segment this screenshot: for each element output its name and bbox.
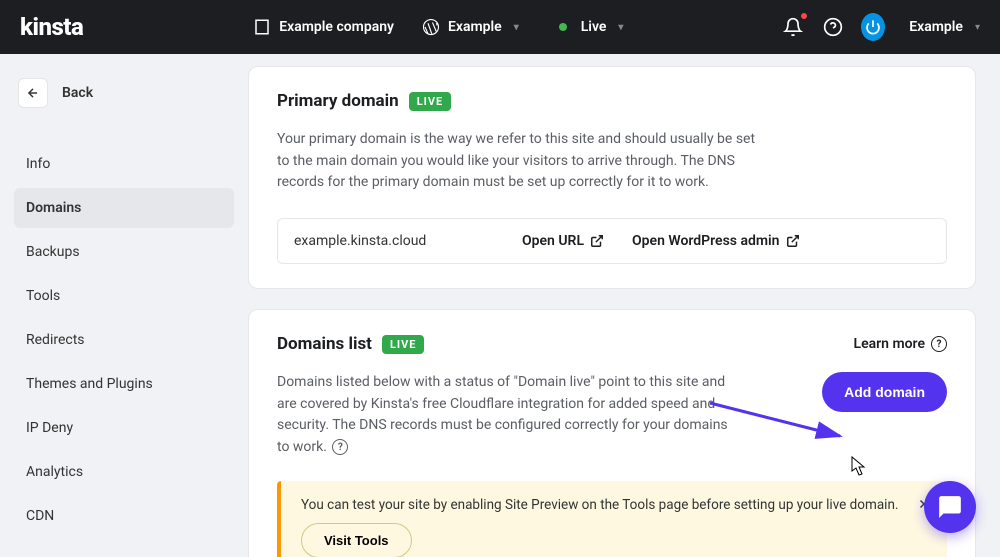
notification-badge xyxy=(801,13,807,19)
nav-domains[interactable]: Domains xyxy=(14,188,234,228)
visit-tools-button[interactable]: Visit Tools xyxy=(301,523,412,557)
back-button[interactable] xyxy=(18,78,48,108)
domains-list-desc: Domains listed below with a status of "D… xyxy=(277,372,737,459)
live-badge: LIVE xyxy=(382,335,425,354)
primary-domain-card: Primary domain LIVE Your primary domain … xyxy=(248,66,976,289)
site-preview-alert: You can test your site by enabling Site … xyxy=(277,481,947,557)
primary-domain-row: example.kinsta.cloud Open URL Open WordP… xyxy=(277,218,947,264)
add-domain-button[interactable]: Add domain xyxy=(822,372,947,412)
back-row: Back xyxy=(14,78,234,108)
nav-themes-plugins[interactable]: Themes and Plugins xyxy=(14,364,234,404)
nav-cdn[interactable]: CDN xyxy=(14,496,234,536)
power-button[interactable] xyxy=(861,15,885,39)
help-circle-icon[interactable]: ? xyxy=(332,439,348,455)
nav-ip-deny[interactable]: IP Deny xyxy=(14,408,234,448)
open-url-button[interactable]: Open URL xyxy=(522,233,604,249)
nav-info[interactable]: Info xyxy=(14,144,234,184)
env-label: Live xyxy=(581,19,607,35)
back-label: Back xyxy=(62,85,93,101)
external-link-icon xyxy=(590,234,604,248)
primary-domain-title: Primary domain xyxy=(277,91,399,111)
bell-icon xyxy=(783,17,803,37)
nav-tools[interactable]: Tools xyxy=(14,276,234,316)
notifications-button[interactable] xyxy=(781,15,805,39)
power-icon xyxy=(861,13,885,41)
building-icon xyxy=(253,18,271,36)
main-content: Primary domain LIVE Your primary domain … xyxy=(248,54,1000,557)
chevron-down-icon: ▾ xyxy=(514,22,519,33)
chat-widget-button[interactable] xyxy=(924,481,976,533)
wordpress-icon xyxy=(422,18,440,36)
site-name: Example xyxy=(448,19,502,35)
env-selector[interactable]: Live ▾ xyxy=(559,19,624,35)
nav-backups[interactable]: Backups xyxy=(14,232,234,272)
external-link-icon xyxy=(786,234,800,248)
chevron-down-icon: ▾ xyxy=(618,22,623,33)
primary-domain-value: example.kinsta.cloud xyxy=(294,233,494,249)
nav-analytics[interactable]: Analytics xyxy=(14,452,234,492)
user-name: Example xyxy=(909,19,963,35)
company-selector[interactable]: Example company xyxy=(253,18,394,36)
help-button[interactable] xyxy=(821,15,845,39)
site-selector[interactable]: Example ▾ xyxy=(422,18,519,36)
alert-text: You can test your site by enabling Site … xyxy=(301,497,898,513)
topbar: kinsta Example company Example ▾ Live ▾ … xyxy=(0,0,1000,54)
chevron-down-icon[interactable]: ▾ xyxy=(975,22,980,33)
live-dot-icon xyxy=(559,23,567,31)
open-wp-admin-button[interactable]: Open WordPress admin xyxy=(632,233,799,249)
help-icon xyxy=(823,17,843,37)
primary-domain-desc: Your primary domain is the way we refer … xyxy=(277,129,757,194)
logo: kinsta xyxy=(20,13,83,41)
domains-list-title: Domains list xyxy=(277,334,372,354)
live-badge: LIVE xyxy=(409,92,452,111)
arrow-left-icon xyxy=(26,86,40,100)
company-name: Example company xyxy=(279,19,394,35)
chat-icon xyxy=(937,494,963,520)
domains-list-card: Domains list LIVE Learn more ? Domains l… xyxy=(248,309,976,557)
nav-redirects[interactable]: Redirects xyxy=(14,320,234,360)
sidebar: Back Info Domains Backups Tools Redirect… xyxy=(0,54,248,557)
learn-more-link[interactable]: Learn more ? xyxy=(854,336,947,352)
help-circle-icon: ? xyxy=(931,336,947,352)
